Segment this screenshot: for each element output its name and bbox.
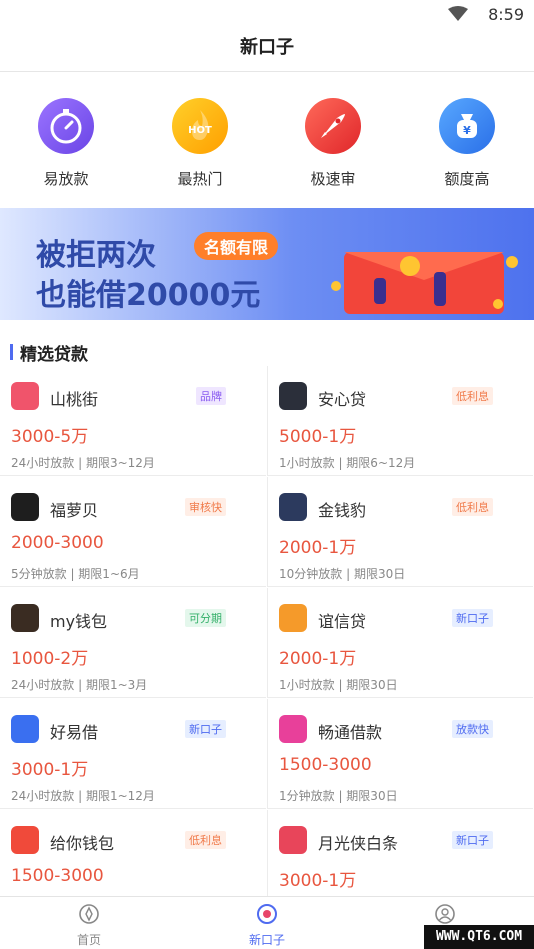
product-name: 山桃街 <box>50 390 99 409</box>
loan-amount: 5000-1万 <box>279 427 357 447</box>
red-envelope-illustration <box>331 252 518 314</box>
section-accent-bar <box>10 344 13 360</box>
product-name: 畅通借款 <box>318 723 383 742</box>
loan-card[interactable]: 安心贷 低利息 5000-1万 1小时放款 | 期限6~12月 <box>267 366 533 476</box>
rocket-icon <box>305 98 361 154</box>
quick-item-label: 易放款 <box>43 170 89 188</box>
loan-terms: 24小时放款 | 期限3~12月 <box>11 456 155 470</box>
quick-item-label: 额度高 <box>444 170 490 188</box>
tab-label: 新口子 <box>248 933 285 947</box>
stopwatch-icon <box>38 98 94 154</box>
product-badge: 放款快 <box>452 720 493 738</box>
product-logo-icon <box>279 604 307 632</box>
product-name: 好易借 <box>50 723 99 742</box>
app-header: 新口子 <box>0 28 534 72</box>
product-logo-icon <box>11 826 39 854</box>
status-time: 8:59 <box>488 5 524 24</box>
svg-text:¥: ¥ <box>463 124 471 137</box>
product-badge: 可分期 <box>185 609 226 627</box>
loan-card[interactable]: 好易借 新口子 3000-1万 24小时放款 | 期限1~12月 <box>0 699 266 809</box>
loan-amount: 2000-1万 <box>279 649 357 669</box>
loan-terms: 24小时放款 | 期限1~12月 <box>11 789 155 803</box>
user-icon <box>435 904 455 924</box>
hot-text: HOT <box>188 125 212 136</box>
banner-line-1: 被拒两次 <box>36 238 156 273</box>
product-badge: 新口子 <box>185 720 226 738</box>
product-name: my钱包 <box>50 612 108 631</box>
loan-amount: 1500-3000 <box>11 866 104 886</box>
loan-card[interactable]: 山桃街 品牌 3000-5万 24小时放款 | 期限3~12月 <box>0 366 266 476</box>
loan-amount: 3000-1万 <box>279 871 357 891</box>
quick-item-label: 极速审 <box>310 170 356 188</box>
quick-item-hottest[interactable]: HOT 最热门 <box>145 98 255 189</box>
page-title: 新口子 <box>240 37 294 58</box>
loan-terms: 1小时放款 | 期限6~12月 <box>279 456 416 470</box>
product-badge: 新口子 <box>452 609 493 627</box>
product-badge: 审核快 <box>185 498 226 516</box>
loan-card[interactable]: 畅通借款 放款快 1500-3000 1分钟放款 | 期限30日 <box>267 699 533 809</box>
loan-amount: 2000-1万 <box>279 538 357 558</box>
loan-amount: 2000-3000 <box>11 533 104 553</box>
product-logo-icon <box>279 382 307 410</box>
loan-amount: 1500-3000 <box>279 755 372 775</box>
loan-amount: 3000-5万 <box>11 427 89 447</box>
product-name: 金钱豹 <box>318 501 367 520</box>
product-badge: 低利息 <box>452 498 493 516</box>
loan-product-grid: 山桃街 品牌 3000-5万 24小时放款 | 期限3~12月 安心贷 低利息 … <box>0 366 534 920</box>
banner-limited-badge: 名额有限 <box>194 232 279 260</box>
product-logo-icon <box>11 715 39 743</box>
site-watermark: WWW.QT6.COM <box>424 925 534 949</box>
banner-line-2: 也能借20000元 <box>36 278 261 313</box>
product-logo-icon <box>279 826 307 854</box>
section-title: 精选贷款 <box>20 345 88 365</box>
loan-card[interactable]: my钱包 可分期 1000-2万 24小时放款 | 期限1~3月 <box>0 588 266 698</box>
quick-item-easy-loan[interactable]: 易放款 <box>11 98 121 189</box>
quick-item-fast-review[interactable]: 极速审 <box>278 98 388 189</box>
status-bar: 8:59 <box>0 0 534 28</box>
money-bag-icon: ¥ <box>439 98 495 154</box>
quick-entry-bar: 易放款 HOT 最热门 极速审 ¥ 额度高 <box>0 72 534 208</box>
loan-terms: 1分钟放款 | 期限30日 <box>279 789 398 803</box>
product-badge: 低利息 <box>452 387 493 405</box>
product-name: 给你钱包 <box>50 834 115 853</box>
loan-amount: 1000-2万 <box>11 649 89 669</box>
product-badge: 品牌 <box>196 387 226 405</box>
product-name: 月光侠白条 <box>318 834 399 853</box>
product-logo-icon <box>11 493 39 521</box>
section-header: 精选贷款 <box>0 320 534 366</box>
tab-home[interactable]: 首页 <box>0 901 178 948</box>
quick-item-label: 最热门 <box>177 170 223 188</box>
product-name: 安心贷 <box>318 390 367 409</box>
product-logo-icon <box>11 382 39 410</box>
new-loan-icon <box>257 904 277 924</box>
product-logo-icon <box>11 604 39 632</box>
loan-card[interactable]: 金钱豹 低利息 2000-1万 10分钟放款 | 期限30日 <box>267 477 533 587</box>
promo-banner[interactable]: 被拒两次 名额有限 也能借20000元 <box>0 208 534 320</box>
loan-terms: 1小时放款 | 期限30日 <box>279 678 398 692</box>
hot-flame-icon: HOT <box>172 98 228 154</box>
product-name: 福萝贝 <box>50 501 99 520</box>
home-icon <box>79 904 99 924</box>
loan-amount: 3000-1万 <box>11 760 89 780</box>
loan-card[interactable]: 谊信贷 新口子 2000-1万 1小时放款 | 期限30日 <box>267 588 533 698</box>
tab-new-loan[interactable]: 新口子 <box>178 901 356 948</box>
product-logo-icon <box>279 715 307 743</box>
wifi-icon <box>448 6 468 21</box>
product-logo-icon <box>279 493 307 521</box>
loan-card[interactable]: 福萝贝 审核快 2000-3000 5分钟放款 | 期限1~6月 <box>0 477 266 587</box>
product-badge: 低利息 <box>185 831 226 849</box>
tab-label: 首页 <box>76 933 101 947</box>
loan-terms: 5分钟放款 | 期限1~6月 <box>11 567 140 581</box>
loan-terms: 10分钟放款 | 期限30日 <box>279 567 406 581</box>
product-name: 谊信贷 <box>318 612 367 631</box>
product-badge: 新口子 <box>452 831 493 849</box>
quick-item-high-limit[interactable]: ¥ 额度高 <box>412 98 522 189</box>
loan-terms: 24小时放款 | 期限1~3月 <box>11 678 148 692</box>
